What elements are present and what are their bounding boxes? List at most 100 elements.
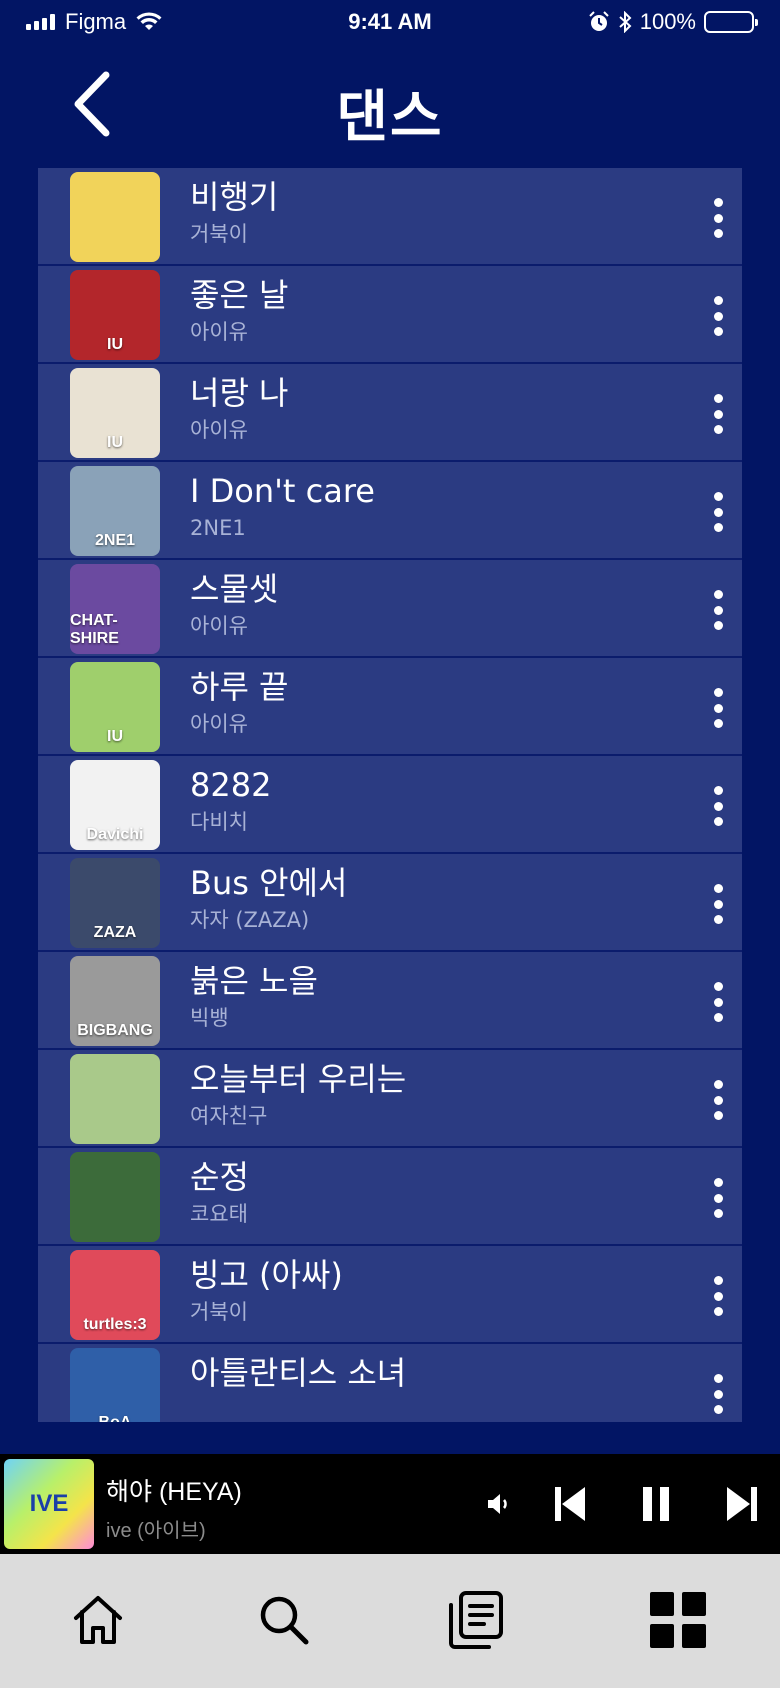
next-button[interactable] [720, 1478, 764, 1530]
more-vertical-icon [713, 198, 723, 207]
song-row[interactable]: IU 하루 끝 아이유 [38, 658, 742, 756]
song-title: 하루 끝 [190, 668, 289, 706]
now-playing-title: 해야 (HEYA) [106, 1478, 242, 1506]
more-vertical-icon [713, 492, 723, 501]
carrier-label: Figma [65, 9, 127, 34]
more-options-button[interactable] [708, 1080, 728, 1120]
status-time: 9:41 AM [348, 9, 432, 34]
bluetooth-icon [619, 11, 632, 33]
tab-bar [0, 1554, 780, 1688]
more-vertical-icon [713, 1178, 723, 1187]
song-row[interactable]: 2NE1 I Don't care 2NE1 [38, 462, 742, 560]
more-vertical-icon [713, 688, 723, 697]
album-art-text [70, 172, 160, 262]
skip-forward-icon [727, 1487, 757, 1521]
more-vertical-icon [713, 884, 723, 893]
album-art-text: BIGBANG [70, 956, 160, 1046]
grid-icon [650, 1592, 706, 1648]
album-art-text: 2NE1 [70, 466, 160, 556]
more-vertical-icon [713, 1276, 723, 1285]
more-vertical-icon [713, 394, 723, 403]
more-options-button[interactable] [708, 394, 728, 434]
song-row[interactable]: IU 좋은 날아이유 [38, 266, 742, 364]
song-text: 오늘부터 우리는여자친구 [190, 1058, 682, 1132]
status-right: 100% [494, 9, 758, 35]
song-title: 오늘부터 우리는 [190, 1060, 407, 1098]
more-options-button[interactable] [708, 688, 728, 728]
song-row[interactable]: 비행기 거북이 [38, 168, 742, 266]
more-options-button[interactable] [708, 1178, 728, 1218]
tab-search[interactable] [244, 1580, 324, 1660]
more-vertical-icon [713, 1374, 723, 1383]
album-art-text: IU [70, 662, 160, 752]
page-title: 댄스 [336, 85, 444, 150]
song-artist: 아이유 [190, 320, 248, 344]
more-options-button[interactable] [708, 296, 728, 336]
more-options-button[interactable] [708, 1374, 728, 1414]
song-text: 아틀란티스 소녀 [190, 1352, 682, 1394]
song-row[interactable]: turtles:3 빙고 (아싸) 거북이 [38, 1246, 742, 1344]
signal-icon [26, 14, 55, 30]
song-row[interactable]: IU 너랑 나 아이유 [38, 364, 742, 462]
album-art: Davichi [70, 760, 160, 850]
tab-library[interactable] [436, 1580, 516, 1660]
battery-percent: 100% [639, 9, 696, 34]
more-options-button[interactable] [708, 198, 728, 238]
song-row[interactable]: 순정 코요태 [38, 1148, 742, 1246]
song-row[interactable]: 오늘부터 우리는여자친구 [38, 1050, 742, 1148]
song-row[interactable]: CHAT-SHIRE 스물셋 아이유 [38, 560, 742, 658]
more-options-button[interactable] [708, 1276, 728, 1316]
song-artist: 여자친구 [190, 1104, 268, 1128]
song-row[interactable]: BIGBANG 붉은 노을 빅뱅 [38, 952, 742, 1050]
song-list[interactable]: 비행기 거북이 IU 좋은 날 아이유 IU 너랑 나 아이유 2NE1 I Don't care… [38, 168, 742, 1422]
previous-button[interactable] [548, 1478, 592, 1530]
more-vertical-icon [713, 1080, 723, 1089]
library-icon [449, 1591, 503, 1649]
album-art: IU [70, 270, 160, 360]
more-options-button[interactable] [708, 982, 728, 1022]
more-options-button[interactable] [708, 786, 728, 826]
song-title: 비행기 [190, 178, 279, 216]
album-art-text [70, 1152, 160, 1242]
pause-button[interactable] [634, 1478, 678, 1530]
song-text: 스물셋 아이유 [190, 568, 682, 642]
home-icon [74, 1596, 122, 1644]
more-vertical-icon [713, 590, 723, 599]
album-art [70, 172, 160, 262]
album-art: BIGBANG [70, 956, 160, 1046]
album-art-text: IU [70, 368, 160, 458]
song-row[interactable]: ZAZA Bus 안에서 자자 (ZAZA) [38, 854, 742, 952]
more-options-button[interactable] [708, 492, 728, 532]
song-text: 하루 끝 아이유 [190, 666, 682, 740]
volume-button[interactable] [478, 1484, 518, 1524]
tab-home[interactable] [58, 1580, 138, 1660]
song-title: 8282 [190, 766, 272, 804]
song-title: 스물셋 [190, 570, 279, 608]
tab-browse[interactable] [638, 1580, 718, 1660]
album-art: 2NE1 [70, 466, 160, 556]
song-title: I Don't care [190, 472, 375, 510]
song-title: 너랑 나 [190, 374, 289, 412]
song-row[interactable]: BoA 아틀란티스 소녀 [38, 1344, 742, 1422]
search-icon [260, 1596, 309, 1645]
alarm-icon [589, 11, 609, 31]
status-left: Figma [26, 9, 286, 35]
more-options-button[interactable] [708, 590, 728, 630]
now-playing-album-art[interactable]: IVE [4, 1459, 94, 1549]
song-row[interactable]: Davichi 8282 다비치 [38, 756, 742, 854]
song-title: 좋은 날 [190, 276, 289, 314]
song-text: 빙고 (아싸) 거북이 [190, 1254, 682, 1328]
album-art: turtles:3 [70, 1250, 160, 1340]
more-options-button[interactable] [708, 884, 728, 924]
song-text: 붉은 노을 빅뱅 [190, 960, 682, 1034]
album-art-text: turtles:3 [70, 1250, 160, 1340]
song-artist: 거북이 [190, 1300, 248, 1324]
album-art-text: Davichi [70, 760, 160, 850]
song-text: 순정 코요태 [190, 1156, 682, 1230]
mini-player[interactable]: IVE 해야 (HEYA) ive (아이브) [0, 1454, 780, 1554]
song-artist: 2NE1 [190, 516, 246, 540]
battery-icon [704, 11, 758, 33]
song-artist: 빅뱅 [190, 1006, 229, 1030]
album-art-text: IU [70, 270, 160, 360]
volume-icon [488, 1494, 507, 1514]
